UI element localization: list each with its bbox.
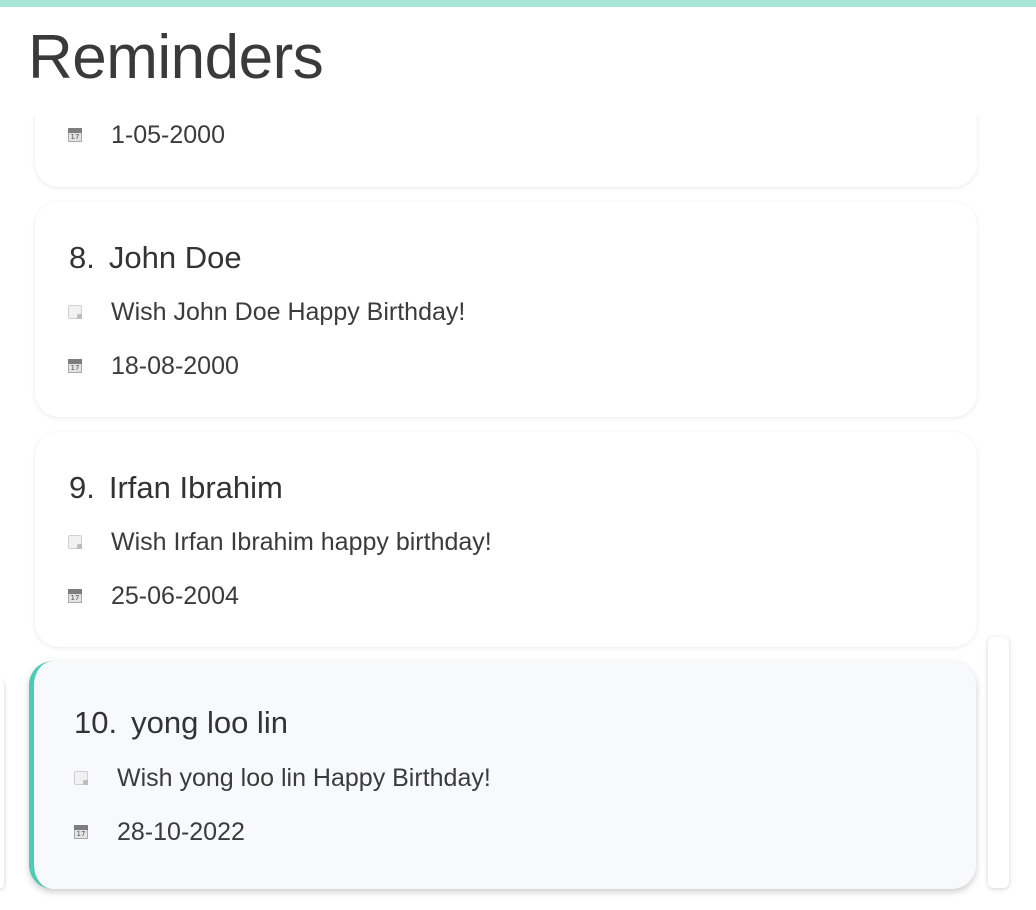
- calendar-icon: 17: [68, 589, 82, 603]
- reminder-title: 8. John Doe: [69, 238, 242, 278]
- window-top-accent-bar: [0, 0, 1036, 7]
- reminder-date-row: 17 18-08-2000: [68, 349, 239, 383]
- note-icon: [68, 535, 82, 549]
- calendar-icon: 17: [68, 359, 82, 373]
- calendar-icon: 17: [74, 825, 88, 839]
- reminder-message: Wish John Doe Happy Birthday!: [111, 297, 466, 326]
- panel-title: Reminders: [28, 23, 324, 92]
- calendar-icon: 17: [68, 128, 82, 142]
- reminder-date-row: 17 25-06-2004: [68, 579, 239, 613]
- reminder-date: 18-08-2000: [111, 351, 239, 380]
- reminder-message-row: Wish John Doe Happy Birthday!: [68, 295, 465, 329]
- reminder-date: 25-06-2004: [111, 581, 239, 610]
- reminder-list[interactable]: 17 1-05-2000 8. John Doe Wish John Doe Ha…: [0, 115, 1036, 910]
- reminder-message: Wish Irfan Ibrahim happy birthday!: [111, 527, 492, 556]
- reminder-message: Wish yong loo lin Happy Birthday!: [117, 763, 491, 792]
- reminder-title: 9. Irfan Ibrahim: [69, 468, 283, 508]
- note-icon: [74, 771, 88, 785]
- reminder-message-row: Wish yong loo lin Happy Birthday!: [74, 761, 491, 795]
- list-scrollbar-thumb[interactable]: [988, 637, 1009, 888]
- reminder-name: yong loo lin: [131, 705, 288, 740]
- reminder-date-row: 17 28-10-2022: [74, 815, 245, 849]
- reminder-date: 1-05-2000: [111, 120, 225, 149]
- reminder-index: 8.: [69, 240, 95, 275]
- reminder-card[interactable]: 9. Irfan Ibrahim Wish Irfan Ibrahim happy…: [35, 432, 977, 647]
- reminder-card-selected[interactable]: 10. yong loo lin Wish yong loo lin Happy …: [29, 661, 976, 889]
- reminder-card[interactable]: 8. John Doe Wish John Doe Happy Birthday!…: [35, 202, 977, 417]
- reminder-name: John Doe: [108, 240, 242, 275]
- reminder-date-row: 17 1-05-2000: [68, 118, 225, 152]
- note-icon: [68, 305, 82, 319]
- reminder-card[interactable]: 17 1-05-2000: [35, 115, 977, 187]
- adjacent-panel-edge: [0, 681, 4, 888]
- reminder-message-row: Wish Irfan Ibrahim happy birthday!: [68, 525, 492, 559]
- reminder-title: 10. yong loo lin: [74, 703, 288, 743]
- reminder-name: Irfan Ibrahim: [108, 470, 283, 505]
- reminder-date: 28-10-2022: [117, 817, 245, 846]
- reminder-index: 10.: [74, 705, 118, 740]
- reminder-index: 9.: [69, 470, 95, 505]
